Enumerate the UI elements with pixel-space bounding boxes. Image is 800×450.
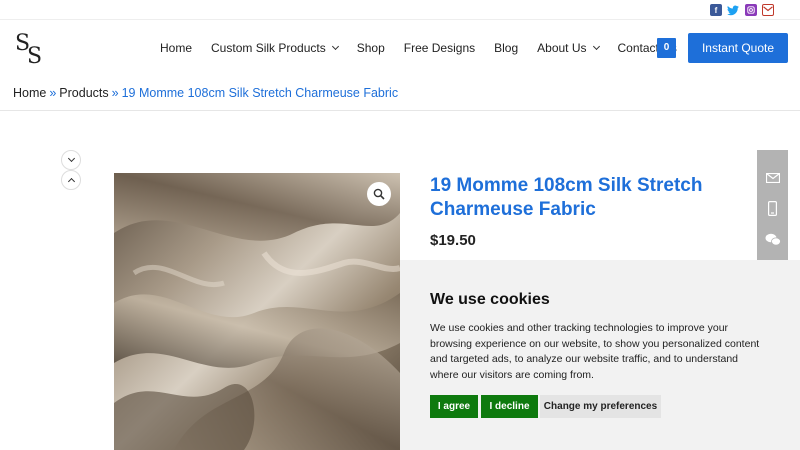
chevron-down-icon	[331, 42, 339, 51]
nav-custom-silk-products-label: Custom Silk Products	[211, 41, 326, 55]
email-icon[interactable]	[757, 163, 788, 193]
header-divider	[0, 110, 800, 111]
cookie-consent-panel: We use cookies We use cookies and other …	[400, 260, 800, 450]
cookie-agree-button[interactable]: I agree	[430, 395, 478, 418]
site-logo[interactable]: S S	[14, 30, 48, 69]
nav-shop-label: Shop	[356, 41, 385, 55]
silk-fabric-illustration	[114, 173, 400, 450]
instant-quote-button[interactable]: Instant Quote	[688, 33, 788, 63]
cookie-text: We use cookies and other tracking techno…	[430, 322, 760, 381]
svg-text:S: S	[27, 44, 42, 66]
chevron-down-icon	[67, 154, 75, 163]
twitter-icon[interactable]	[727, 4, 739, 16]
breadcrumb-home[interactable]: Home	[13, 86, 46, 100]
wechat-icon[interactable]	[757, 224, 788, 254]
chevron-up-icon	[67, 177, 75, 186]
nav-free-designs[interactable]: Free Designs	[404, 41, 475, 55]
nav-custom-silk-products[interactable]: Custom Silk Products	[211, 41, 339, 55]
zoom-button[interactable]	[367, 182, 391, 206]
product-price: $19.50	[430, 232, 476, 249]
nav-free-designs-label: Free Designs	[403, 41, 476, 55]
nav-blog[interactable]: Blog	[494, 41, 518, 55]
main-nav: Home Custom Silk Products Shop Free Desi…	[160, 20, 696, 76]
instagram-icon[interactable]	[745, 4, 757, 16]
top-social-bar: f	[0, 0, 800, 20]
phone-icon[interactable]	[757, 193, 788, 223]
facebook-icon[interactable]: f	[710, 4, 722, 16]
gallery-next-button[interactable]	[61, 150, 81, 170]
nav-about-us[interactable]: About Us	[537, 41, 600, 55]
nav-blog-label: Blog	[494, 41, 519, 55]
product-image[interactable]	[114, 173, 400, 450]
breadcrumb-current: 19 Momme 108cm Silk Stretch Charmeuse Fa…	[121, 86, 399, 100]
mail-icon[interactable]	[762, 4, 774, 16]
nav-about-us-label: About Us	[537, 41, 587, 55]
cart-button[interactable]: 0	[657, 38, 676, 58]
nav-home[interactable]: Home	[160, 41, 192, 55]
cookie-preferences-button[interactable]: Change my preferences	[540, 395, 661, 418]
nav-shop[interactable]: Shop	[357, 41, 385, 55]
cart-count: 0	[663, 42, 670, 53]
breadcrumb-separator: »	[49, 86, 57, 100]
cookie-decline-button[interactable]: I decline	[481, 395, 538, 418]
nav-home-label: Home	[160, 41, 193, 55]
product-title: 19 Momme 108cm Silk Stretch Charmeuse Fa…	[430, 175, 703, 220]
site-header: S S Home Custom Silk Products Shop Free …	[0, 20, 800, 76]
chevron-down-icon	[592, 42, 600, 51]
breadcrumb-separator: »	[111, 86, 119, 100]
contact-side-widget	[757, 150, 788, 260]
breadcrumb-products[interactable]: Products	[59, 86, 108, 100]
breadcrumb: Home» Products» 19 Momme 108cm Silk Stretc…	[13, 86, 398, 100]
search-icon	[373, 188, 385, 200]
cookie-title: We use cookies	[430, 291, 550, 308]
gallery-prev-button[interactable]	[61, 170, 81, 190]
